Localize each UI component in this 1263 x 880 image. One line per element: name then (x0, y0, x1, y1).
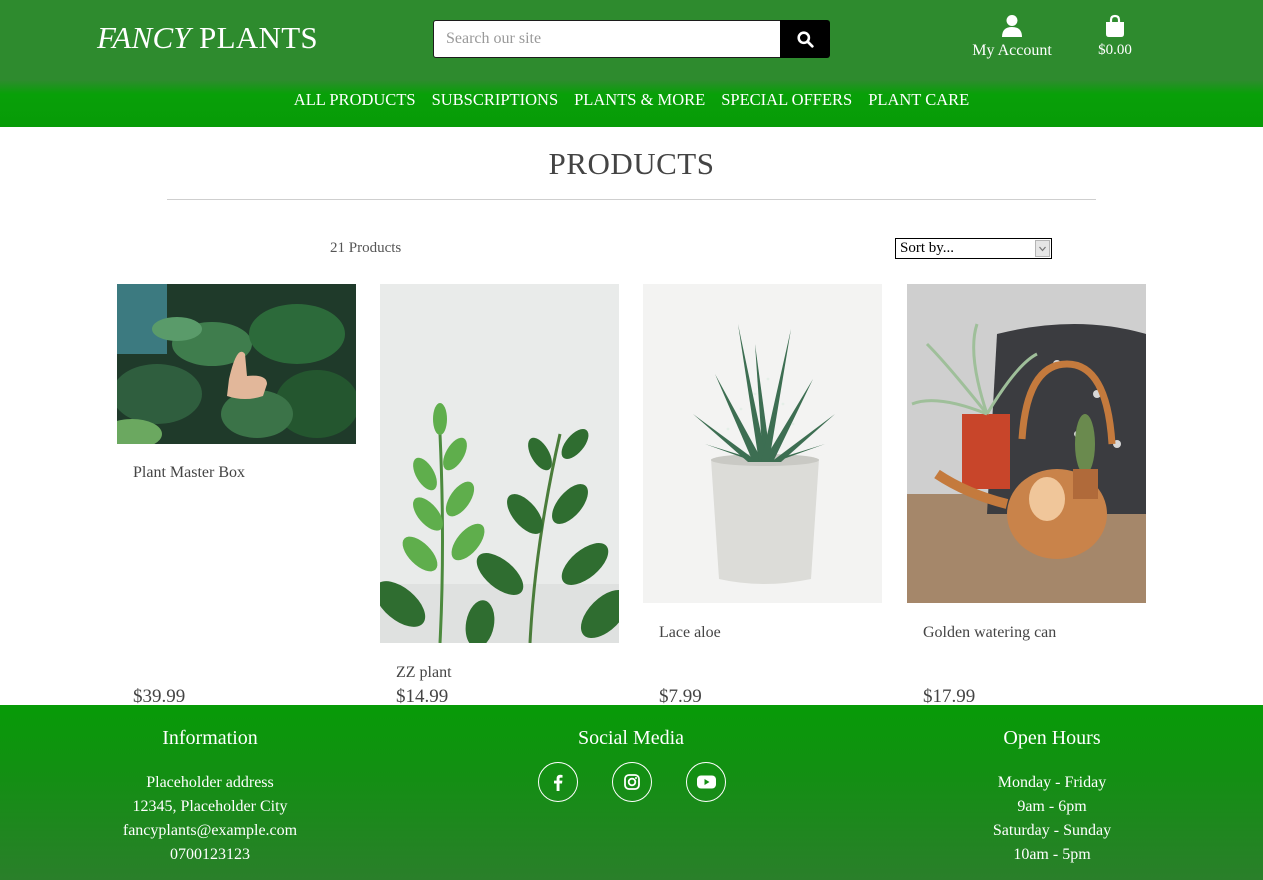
product-image-lace-aloe[interactable] (643, 284, 882, 603)
footer-hours: Open Hours Monday - Friday 9am - 6pm Sat… (922, 727, 1182, 867)
my-account-label: My Account (972, 42, 1052, 59)
page-title: PRODUCTS (548, 146, 715, 181)
footer-information: Information Placeholder address 12345, P… (80, 727, 340, 867)
product-card[interactable]: Lace aloe $7.99 (643, 284, 883, 707)
hours-weekday-time: 9am - 6pm (1017, 798, 1087, 815)
logo-part-plants: PLANTS (199, 20, 318, 55)
facebook-icon (554, 774, 563, 791)
footer-hours-title: Open Hours (1003, 727, 1101, 749)
product-name[interactable]: Plant Master Box (133, 464, 245, 482)
site-logo[interactable]: FANCY PLANTS (97, 20, 318, 56)
title-divider (167, 199, 1096, 200)
shopping-bag-icon (1106, 14, 1124, 37)
nav-plants-and-more[interactable]: PLANTS & MORE (574, 90, 705, 110)
product-card[interactable]: Plant Master Box $39.99 (117, 284, 357, 707)
sort-select[interactable]: Sort by... (895, 238, 1052, 259)
product-image-zz-plant[interactable] (380, 284, 619, 643)
footer-information-title: Information (162, 727, 258, 749)
search-button[interactable] (780, 20, 830, 58)
instagram-link[interactable] (612, 762, 652, 802)
product-count: 21 Products (330, 240, 402, 256)
hours-weekend-label: Saturday - Sunday (992, 822, 1112, 839)
top-bar: FANCY PLANTS My Account $0.00 (0, 0, 1263, 80)
product-name[interactable]: Lace aloe (659, 624, 721, 642)
footer-address: Placeholder address (146, 774, 274, 791)
search-input[interactable] (433, 20, 781, 58)
product-image-golden-watering-can[interactable] (907, 284, 1146, 603)
product-name[interactable]: ZZ plant (396, 664, 452, 682)
user-icon (1002, 15, 1022, 37)
product-card[interactable]: Golden watering can $17.99 (907, 284, 1147, 707)
product-card[interactable]: ZZ plant $14.99 (380, 284, 620, 707)
footer-city: 12345, Placeholder City (132, 798, 288, 815)
youtube-link[interactable] (686, 762, 726, 802)
youtube-icon (696, 775, 716, 789)
footer-social-title: Social Media (577, 727, 685, 749)
search-icon (796, 30, 814, 48)
product-name[interactable]: Golden watering can (923, 624, 1056, 642)
product-image-plant-master-box[interactable] (117, 284, 356, 444)
nav-plant-care[interactable]: PLANT CARE (868, 90, 969, 110)
nav-subscriptions[interactable]: SUBSCRIPTIONS (432, 90, 559, 110)
sort-selected-value: Sort by... (900, 240, 955, 256)
cart-link[interactable]: $0.00 (1085, 14, 1145, 59)
facebook-link[interactable] (538, 762, 578, 802)
main-nav: ALL PRODUCTS SUBSCRIPTIONS PLANTS & MORE… (0, 80, 1263, 127)
my-account-link[interactable]: My Account (962, 14, 1062, 60)
social-links (538, 762, 726, 802)
hours-weekday-label: Monday - Friday (997, 774, 1107, 791)
hours-weekend-time: 10am - 5pm (1013, 846, 1091, 863)
chevron-down-icon (1035, 240, 1050, 257)
nav-all-products[interactable]: ALL PRODUCTS (294, 90, 416, 110)
nav-special-offers[interactable]: SPECIAL OFFERS (721, 90, 852, 110)
footer-phone: 0700123123 (170, 846, 250, 863)
footer-email[interactable]: fancyplants@example.com (80, 819, 340, 843)
cart-total: $0.00 (1098, 42, 1132, 58)
site-footer: Information Placeholder address 12345, P… (0, 705, 1263, 880)
instagram-icon (624, 774, 640, 790)
logo-part-fancy: FANCY (97, 20, 191, 55)
